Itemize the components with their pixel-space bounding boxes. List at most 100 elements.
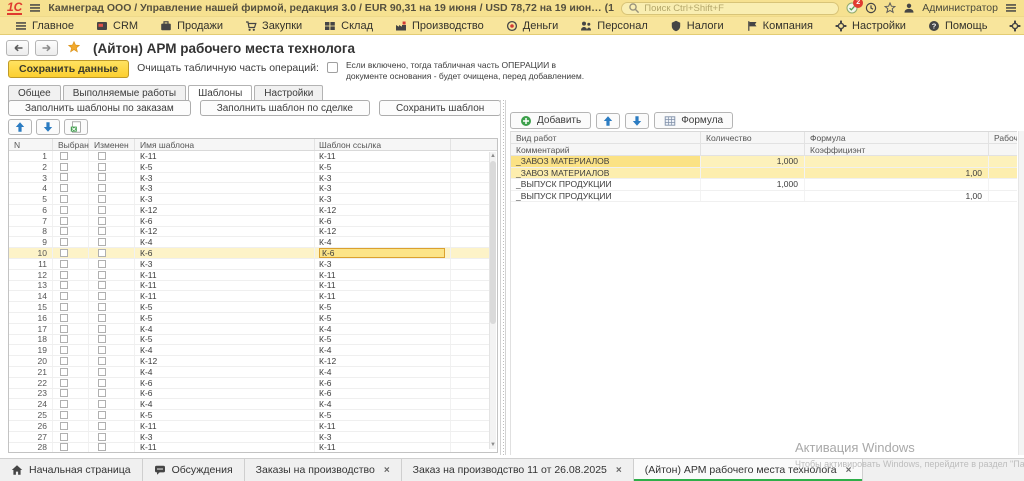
selected-checkbox[interactable] (60, 173, 68, 181)
changed-checkbox[interactable] (98, 335, 106, 343)
scrollbar-thumb[interactable] (490, 161, 496, 324)
column-formula[interactable]: Формула (805, 132, 989, 143)
section-menu-item[interactable]: Продажи (149, 17, 234, 34)
template-row[interactable]: 26К-11К-11 (9, 421, 490, 432)
fill-template-by-deal-button[interactable]: Заполнить шаблон по сделке (200, 100, 370, 116)
selected-checkbox[interactable] (60, 400, 68, 408)
template-row[interactable]: 13К-11К-11 (9, 281, 490, 292)
template-row[interactable]: 18К-5К-5 (9, 335, 490, 346)
changed-checkbox[interactable] (98, 217, 106, 225)
clear-option-checkbox[interactable] (327, 62, 338, 73)
template-row[interactable]: 21К-4К-4 (9, 367, 490, 378)
section-menu-item[interactable]: Деньги (495, 17, 570, 34)
section-menu-item[interactable]: Компания (735, 17, 824, 34)
save-data-button[interactable]: Сохранить данные (8, 60, 129, 78)
work-row[interactable]: _ВЫПУСК ПРОДУКЦИИ1,000 (511, 179, 1017, 191)
selected-checkbox[interactable] (60, 443, 68, 451)
changed-checkbox[interactable] (98, 400, 106, 408)
work-row[interactable]: _ЗАВОЗ МАТЕРИАЛОВ1,000 (511, 156, 1017, 168)
template-row[interactable]: 27К-3К-3 (9, 432, 490, 443)
window-tab[interactable]: Начальная страница (0, 459, 143, 481)
selected-checkbox[interactable] (60, 379, 68, 387)
selected-checkbox[interactable] (60, 314, 68, 322)
selected-checkbox[interactable] (60, 152, 68, 160)
changed-checkbox[interactable] (98, 152, 106, 160)
section-menu-item[interactable]: CRM (85, 17, 149, 34)
changed-checkbox[interactable] (98, 422, 106, 430)
work-row-comment[interactable]: _ЗАВОЗ МАТЕРИАЛОВ1,00 (511, 168, 1017, 180)
history-icon[interactable] (865, 2, 877, 14)
window-tab[interactable]: Заказы на производство× (245, 459, 402, 481)
selected-checkbox[interactable] (60, 163, 68, 171)
changed-checkbox[interactable] (98, 271, 106, 279)
template-row[interactable]: 16К-5К-5 (9, 313, 490, 324)
window-tab[interactable]: Заказ на производство 11 от 26.08.2025× (402, 459, 634, 481)
selected-checkbox[interactable] (60, 357, 68, 365)
move-down-button[interactable] (625, 113, 649, 129)
service-menu-icon[interactable] (1005, 2, 1017, 14)
move-up-button[interactable] (596, 113, 620, 129)
changed-checkbox[interactable] (98, 227, 106, 235)
column-changed[interactable]: Изменен (89, 139, 135, 150)
close-icon[interactable]: × (616, 465, 622, 476)
template-row[interactable]: 11К-3К-3 (9, 259, 490, 270)
section-menu-item[interactable]: Настройки (824, 17, 917, 34)
section-menu-item[interactable]: (Айтон) (998, 17, 1024, 34)
search-input[interactable]: Поиск Ctrl+Shift+F (621, 2, 839, 15)
template-row[interactable]: 10К-6К-6 (9, 248, 490, 259)
template-row[interactable]: 17К-4К-4 (9, 324, 490, 335)
formula-button[interactable]: Формула (654, 112, 733, 129)
changed-checkbox[interactable] (98, 292, 106, 300)
column-template-ref[interactable]: Шаблон ссылка (315, 139, 451, 150)
changed-checkbox[interactable] (98, 303, 106, 311)
changed-checkbox[interactable] (98, 206, 106, 214)
selected-checkbox[interactable] (60, 238, 68, 246)
selected-checkbox[interactable] (60, 249, 68, 257)
favorite-star-icon[interactable] (68, 41, 83, 56)
changed-checkbox[interactable] (98, 314, 106, 322)
section-menu-item[interactable]: Главное (4, 17, 85, 34)
template-row[interactable]: 6К-12К-12 (9, 205, 490, 216)
section-menu-item[interactable]: Налоги (659, 17, 735, 34)
save-template-button[interactable]: Сохранить шаблон (379, 100, 501, 116)
changed-checkbox[interactable] (98, 346, 106, 354)
selected-checkbox[interactable] (60, 184, 68, 192)
changed-checkbox[interactable] (98, 411, 106, 419)
selected-checkbox[interactable] (60, 227, 68, 235)
section-menu-item[interactable]: Персонал (569, 17, 659, 34)
section-menu-item[interactable]: Закупки (234, 17, 313, 34)
changed-checkbox[interactable] (98, 173, 106, 181)
template-row[interactable]: 14К-11К-11 (9, 291, 490, 302)
selected-checkbox[interactable] (60, 217, 68, 225)
selected-checkbox[interactable] (60, 292, 68, 300)
changed-checkbox[interactable] (98, 357, 106, 365)
section-menu-item[interactable]: Склад (313, 17, 384, 34)
selected-checkbox[interactable] (60, 422, 68, 430)
template-row[interactable]: 12К-11К-11 (9, 270, 490, 281)
section-menu-item[interactable]: ?Помощь (917, 17, 999, 34)
user-name[interactable]: Администратор (922, 2, 998, 14)
back-button[interactable] (6, 40, 29, 56)
close-icon[interactable]: × (846, 465, 852, 476)
template-row[interactable]: 24К-4К-4 (9, 399, 490, 410)
changed-checkbox[interactable] (98, 249, 106, 257)
forward-button[interactable] (35, 40, 58, 56)
move-up-button[interactable] (8, 119, 32, 135)
changed-checkbox[interactable] (98, 281, 106, 289)
close-icon[interactable]: × (384, 465, 390, 476)
changed-checkbox[interactable] (98, 368, 106, 376)
changed-checkbox[interactable] (98, 163, 106, 171)
template-row[interactable]: 4К-3К-3 (9, 183, 490, 194)
work-row-comment[interactable]: _ВЫПУСК ПРОДУКЦИИ1,00 (511, 191, 1017, 203)
column-template-name[interactable]: Имя шаблона (135, 139, 315, 150)
column-workcenter[interactable]: Рабочий центр (989, 132, 1017, 143)
changed-checkbox[interactable] (98, 184, 106, 192)
selected-checkbox[interactable] (60, 389, 68, 397)
vertical-scrollbar[interactable]: ▲ ▼ (489, 152, 496, 449)
selected-checkbox[interactable] (60, 411, 68, 419)
template-row[interactable]: 1К-11К-11 (9, 151, 490, 162)
selected-checkbox[interactable] (60, 325, 68, 333)
column-work-type[interactable]: Вид работ (511, 132, 701, 143)
export-file-button[interactable] (64, 119, 88, 135)
column-n[interactable]: N (9, 139, 53, 150)
